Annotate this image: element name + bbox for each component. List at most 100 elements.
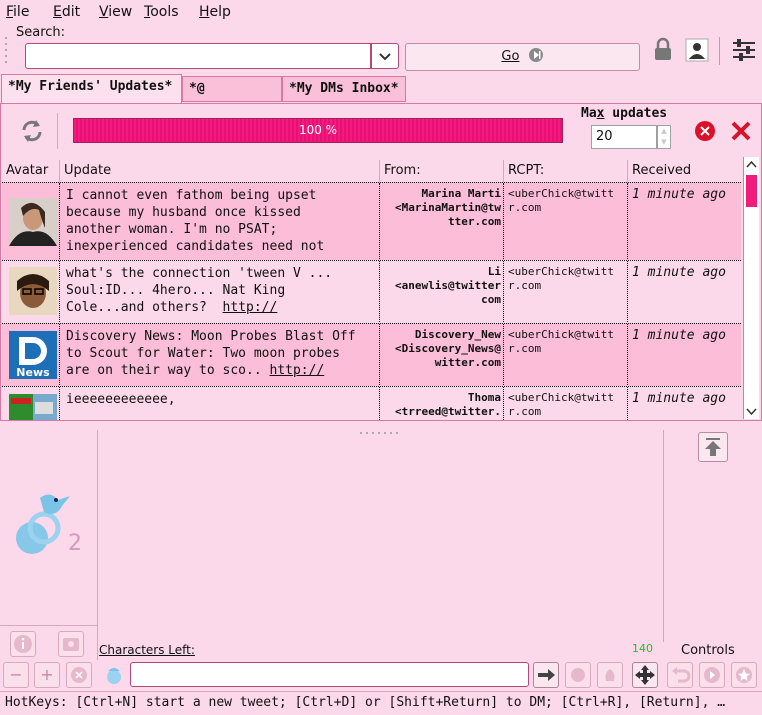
from-cell: Li <anewlis@twitter com xyxy=(380,261,504,324)
toolbar-separator xyxy=(57,113,58,149)
timeline-scrollbar[interactable] xyxy=(743,157,759,419)
column-received[interactable]: Received xyxy=(628,160,741,182)
stop-icon[interactable] xyxy=(694,120,716,142)
move-arrows-icon xyxy=(635,665,655,685)
max-updates-label: Max updates xyxy=(581,106,668,121)
from-cell: Discovery_New <Discovery_News@ witter.co… xyxy=(380,324,504,387)
table-row[interactable]: what's the connection 'tween V ... Soul:… xyxy=(2,260,741,324)
scroll-up-icon xyxy=(746,160,757,168)
characters-left-label: Characters Left: xyxy=(99,643,195,657)
chevron-down-icon xyxy=(379,53,391,61)
search-label: Search: xyxy=(16,25,66,40)
update-text: ieeeeeeeeeeee, xyxy=(60,387,380,420)
bird-icon xyxy=(102,663,126,687)
update-link[interactable]: http:// xyxy=(223,300,278,315)
undo-icon xyxy=(672,667,691,683)
search-input[interactable] xyxy=(25,43,371,69)
undo-button[interactable] xyxy=(667,662,693,688)
update-text: Discovery News: Moon Probes Blast Off to… xyxy=(60,324,380,387)
rcpt-cell: <uberChick@twitt r.com xyxy=(504,387,628,420)
column-from[interactable]: From: xyxy=(380,160,504,182)
go-button[interactable]: Go xyxy=(405,43,640,71)
column-avatar[interactable]: Avatar xyxy=(2,160,60,182)
menu-edit[interactable]: Edit xyxy=(53,4,80,20)
close-icon[interactable] xyxy=(730,120,752,142)
status-bar: HotKeys: [Ctrl+N] start a new tweet; [Ct… xyxy=(0,691,762,715)
menu-file[interactable]: File xyxy=(6,4,29,20)
received-cell: 1 minute ago xyxy=(632,187,726,202)
refresh-icon[interactable] xyxy=(18,117,46,145)
tweet-input[interactable] xyxy=(130,662,529,687)
column-update[interactable]: Update xyxy=(60,160,380,182)
rcpt-cell: <uberChick@twitt r.com xyxy=(504,261,628,324)
update-text: what's the connection 'tween V ... Soul:… xyxy=(60,261,380,324)
avatar-cell xyxy=(2,387,60,420)
add-button[interactable]: + xyxy=(34,662,60,688)
received-cell: 1 minute ago xyxy=(632,328,726,343)
avatar-cell xyxy=(2,261,60,324)
app-logo-icon: 2 xyxy=(10,488,85,563)
send-button[interactable] xyxy=(533,662,559,688)
update-progress-bar: 100 % xyxy=(73,118,563,143)
rcpt-cell: <uberChick@twitt r.com xyxy=(504,324,628,387)
cancel-icon xyxy=(71,667,87,683)
go-label: Go xyxy=(501,49,520,64)
tab-friends-updates[interactable]: *My Friends' Updates* xyxy=(1,74,182,104)
table-row[interactable]: I cannot even fathom being upset because… xyxy=(2,182,741,261)
star-icon xyxy=(736,667,752,683)
avatar-cell xyxy=(2,183,60,261)
characters-left-count: 140 xyxy=(632,642,653,655)
move-button[interactable] xyxy=(632,662,658,688)
menu-tools[interactable]: Tools xyxy=(144,4,179,20)
controls-label: Controls xyxy=(681,643,735,658)
rcpt-cell: <uberChick@twitt r.com xyxy=(504,183,628,261)
tab-dms-inbox[interactable]: *My DMs Inbox* xyxy=(282,76,406,102)
avatar xyxy=(9,394,57,420)
avatar xyxy=(9,267,57,315)
reply-icon xyxy=(571,668,585,682)
right-column-divider xyxy=(663,430,664,642)
svg-text:2: 2 xyxy=(68,531,82,556)
tab-replies[interactable]: *@ Replies* xyxy=(182,76,282,120)
column-rcpt[interactable]: RCPT: xyxy=(504,160,628,182)
retweet-button[interactable] xyxy=(597,662,623,688)
progress-text: 100 % xyxy=(298,123,338,137)
bird-retweet-icon xyxy=(605,669,615,681)
user-account-icon[interactable] xyxy=(684,37,710,63)
max-updates-stepper[interactable]: ▲ ▼ xyxy=(657,125,671,149)
image-folder-button[interactable] xyxy=(58,631,84,657)
info-icon xyxy=(14,635,32,653)
cancel-button[interactable] xyxy=(66,662,92,688)
next-button[interactable] xyxy=(699,662,725,688)
plus-icon: + xyxy=(40,665,54,684)
settings-sliders-icon[interactable] xyxy=(731,37,757,63)
info-button[interactable] xyxy=(10,631,36,657)
favorite-button[interactable] xyxy=(731,662,757,688)
arrow-right-icon xyxy=(538,669,555,681)
menu-view[interactable]: View xyxy=(99,4,132,20)
table-row[interactable]: News Discovery News: Moon Probes Blast O… xyxy=(2,323,741,387)
scroll-top-button[interactable] xyxy=(698,432,728,462)
update-link[interactable]: http:// xyxy=(270,363,325,378)
scroll-thumb xyxy=(746,175,757,207)
search-dropdown-button[interactable] xyxy=(371,43,399,69)
table-row[interactable]: ieeeeeeeeeeee, Thoma <trreed@twitter. <u… xyxy=(2,386,741,420)
remove-button[interactable]: − xyxy=(3,662,29,688)
pane-splitter[interactable] xyxy=(357,424,405,434)
image-folder-icon xyxy=(63,638,79,651)
drag-handle[interactable] xyxy=(4,30,9,70)
minus-icon: − xyxy=(9,665,23,684)
reply-button[interactable] xyxy=(565,662,591,688)
menubar: File Edit View Tools Help xyxy=(0,0,762,24)
avatar-cell: News xyxy=(2,324,60,387)
table-header: Avatar Update From: RCPT: Received xyxy=(2,160,741,182)
discovery-news-logo: News xyxy=(9,331,57,379)
from-cell: Thoma <trreed@twitter. xyxy=(380,387,504,420)
received-cell: 1 minute ago xyxy=(632,265,726,280)
left-column-rule xyxy=(0,625,97,626)
scroll-down-icon xyxy=(746,408,757,416)
max-updates-input[interactable]: 20 xyxy=(591,125,657,149)
arrow-to-top-icon xyxy=(705,438,721,456)
menu-help[interactable]: Help xyxy=(199,4,231,20)
lock-icon[interactable] xyxy=(650,37,676,63)
